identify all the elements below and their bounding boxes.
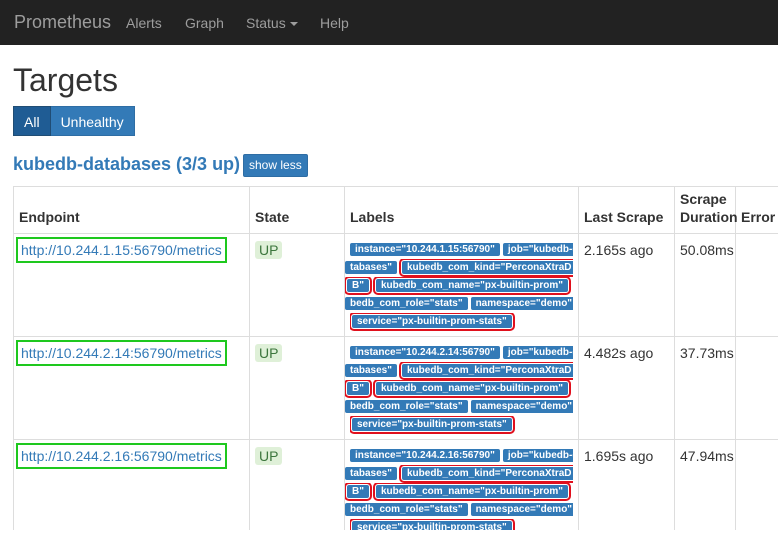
- endpoint-cell: http://10.244.1.15:56790/metrics: [13, 233, 250, 337]
- label-kind-cont: B": [345, 277, 372, 295]
- label-namespace: namespace="demo": [470, 503, 573, 516]
- label-service: service="px-builtin-prom-stats": [350, 416, 515, 434]
- navbar: Prometheus Alerts Graph Status Help: [0, 0, 778, 45]
- filter-button-group: All Unhealthy: [13, 106, 135, 136]
- brand-link[interactable]: Prometheus: [14, 12, 111, 33]
- label-kind: kubedb_com_kind="PerconaXtraD: [399, 259, 573, 277]
- scrape-duration-cell: 50.08ms: [674, 233, 736, 337]
- state-up-badge: UP: [255, 344, 283, 362]
- endpoint-cell: http://10.244.2.14:56790/metrics: [13, 336, 250, 440]
- label-instance: instance="10.244.1.15:56790": [350, 243, 500, 256]
- label-service: service="px-builtin-prom-stats": [350, 313, 515, 331]
- last-scrape-cell: 4.482s ago: [578, 336, 675, 440]
- labels-list: instance="10.244.2.14:56790" job="kubedb-…: [345, 344, 573, 434]
- label-instance: instance="10.244.2.14:56790": [350, 346, 500, 359]
- label-namespace: namespace="demo": [470, 297, 573, 310]
- header-last-scrape: Last Scrape: [578, 186, 675, 234]
- scrape-duration-value: 37.73ms: [680, 345, 734, 361]
- last-scrape-value: 4.482s ago: [584, 345, 654, 361]
- header-endpoint: Endpoint: [13, 186, 250, 234]
- label-job-cont: tabases": [345, 467, 397, 480]
- scrape-duration-value: 47.94ms: [680, 448, 734, 464]
- state-cell: UP: [249, 233, 345, 337]
- job-heading-link[interactable]: kubedb-databases (3/3 up): [13, 154, 240, 175]
- targets-table: Endpoint State Labels Last Scrape Scrape…: [13, 186, 778, 530]
- header-scrape-duration: Scrape Duration: [674, 186, 738, 234]
- page-title: Targets: [13, 62, 118, 98]
- last-scrape-value: 1.695s ago: [584, 448, 654, 464]
- label-name: kubedb_com_name="px-builtin-prom": [372, 380, 571, 398]
- label-instance: instance="10.244.2.16:56790": [350, 449, 500, 462]
- table-row: http://10.244.2.16:56790/metrics UP inst…: [13, 439, 778, 530]
- nav-graph[interactable]: Graph: [185, 15, 224, 31]
- header-state: State: [249, 186, 345, 234]
- error-cell: [735, 336, 778, 440]
- scrape-duration-cell: 47.94ms: [674, 439, 736, 530]
- label-name: kubedb_com_name="px-builtin-prom": [372, 483, 571, 501]
- label-job: job="kubedb-da: [502, 449, 573, 462]
- labels-list: instance="10.244.1.15:56790" job="kubedb-…: [345, 241, 573, 331]
- endpoint-link[interactable]: http://10.244.2.16:56790/metrics: [16, 443, 227, 469]
- labels-list: instance="10.244.2.16:56790" job="kubedb-…: [345, 447, 573, 530]
- label-job: job="kubedb-da: [502, 243, 573, 256]
- state-up-badge: UP: [255, 447, 283, 465]
- label-namespace: namespace="demo": [470, 400, 573, 413]
- label-role-cont: bedb_com_role="stats": [345, 297, 468, 310]
- labels-cell: instance="10.244.2.14:56790" job="kubedb-…: [344, 336, 579, 440]
- state-cell: UP: [249, 439, 345, 530]
- header-labels: Labels: [344, 186, 579, 234]
- label-kind: kubedb_com_kind="PerconaXtraD: [399, 362, 573, 380]
- last-scrape-cell: 1.695s ago: [578, 439, 675, 530]
- endpoint-cell: http://10.244.2.16:56790/metrics: [13, 439, 250, 530]
- table-row: http://10.244.2.14:56790/metrics UP inst…: [13, 336, 778, 440]
- error-cell: [735, 233, 778, 337]
- label-job-cont: tabases": [345, 364, 397, 377]
- filter-all-button[interactable]: All: [13, 106, 51, 136]
- endpoint-link[interactable]: http://10.244.1.15:56790/metrics: [16, 237, 227, 263]
- last-scrape-value: 2.165s ago: [584, 242, 654, 258]
- nav-status-label: Status: [246, 15, 286, 31]
- caret-down-icon: [289, 22, 298, 27]
- error-cell: [735, 439, 778, 530]
- label-role-cont: bedb_com_role="stats": [345, 400, 468, 413]
- endpoint-link[interactable]: http://10.244.2.14:56790/metrics: [16, 340, 227, 366]
- label-kind: kubedb_com_kind="PerconaXtraD: [399, 465, 573, 483]
- table-row: http://10.244.1.15:56790/metrics UP inst…: [13, 233, 778, 337]
- labels-cell: instance="10.244.1.15:56790" job="kubedb-…: [344, 233, 579, 337]
- state-up-badge: UP: [255, 241, 283, 259]
- state-cell: UP: [249, 336, 345, 440]
- nav-alerts[interactable]: Alerts: [126, 15, 162, 31]
- label-job: job="kubedb-da: [502, 346, 573, 359]
- header-error: Error: [735, 186, 778, 234]
- last-scrape-cell: 2.165s ago: [578, 233, 675, 337]
- scrape-duration-cell: 37.73ms: [674, 336, 736, 440]
- label-job-cont: tabases": [345, 261, 397, 274]
- label-name: kubedb_com_name="px-builtin-prom": [372, 277, 571, 295]
- nav-help[interactable]: Help: [320, 15, 349, 31]
- labels-cell: instance="10.244.2.16:56790" job="kubedb-…: [344, 439, 579, 530]
- label-role-cont: bedb_com_role="stats": [345, 503, 468, 516]
- label-service: service="px-builtin-prom-stats": [350, 519, 515, 530]
- nav-status-dropdown[interactable]: Status: [246, 15, 298, 31]
- label-kind-cont: B": [345, 483, 372, 501]
- label-kind-cont: B": [345, 380, 372, 398]
- targets-table-wrapper: Endpoint State Labels Last Scrape Scrape…: [13, 186, 778, 530]
- table-header-row: Endpoint State Labels Last Scrape Scrape…: [13, 186, 778, 234]
- filter-unhealthy-button[interactable]: Unhealthy: [50, 106, 135, 136]
- show-less-button[interactable]: show less: [243, 154, 308, 177]
- scrape-duration-value: 50.08ms: [680, 242, 734, 258]
